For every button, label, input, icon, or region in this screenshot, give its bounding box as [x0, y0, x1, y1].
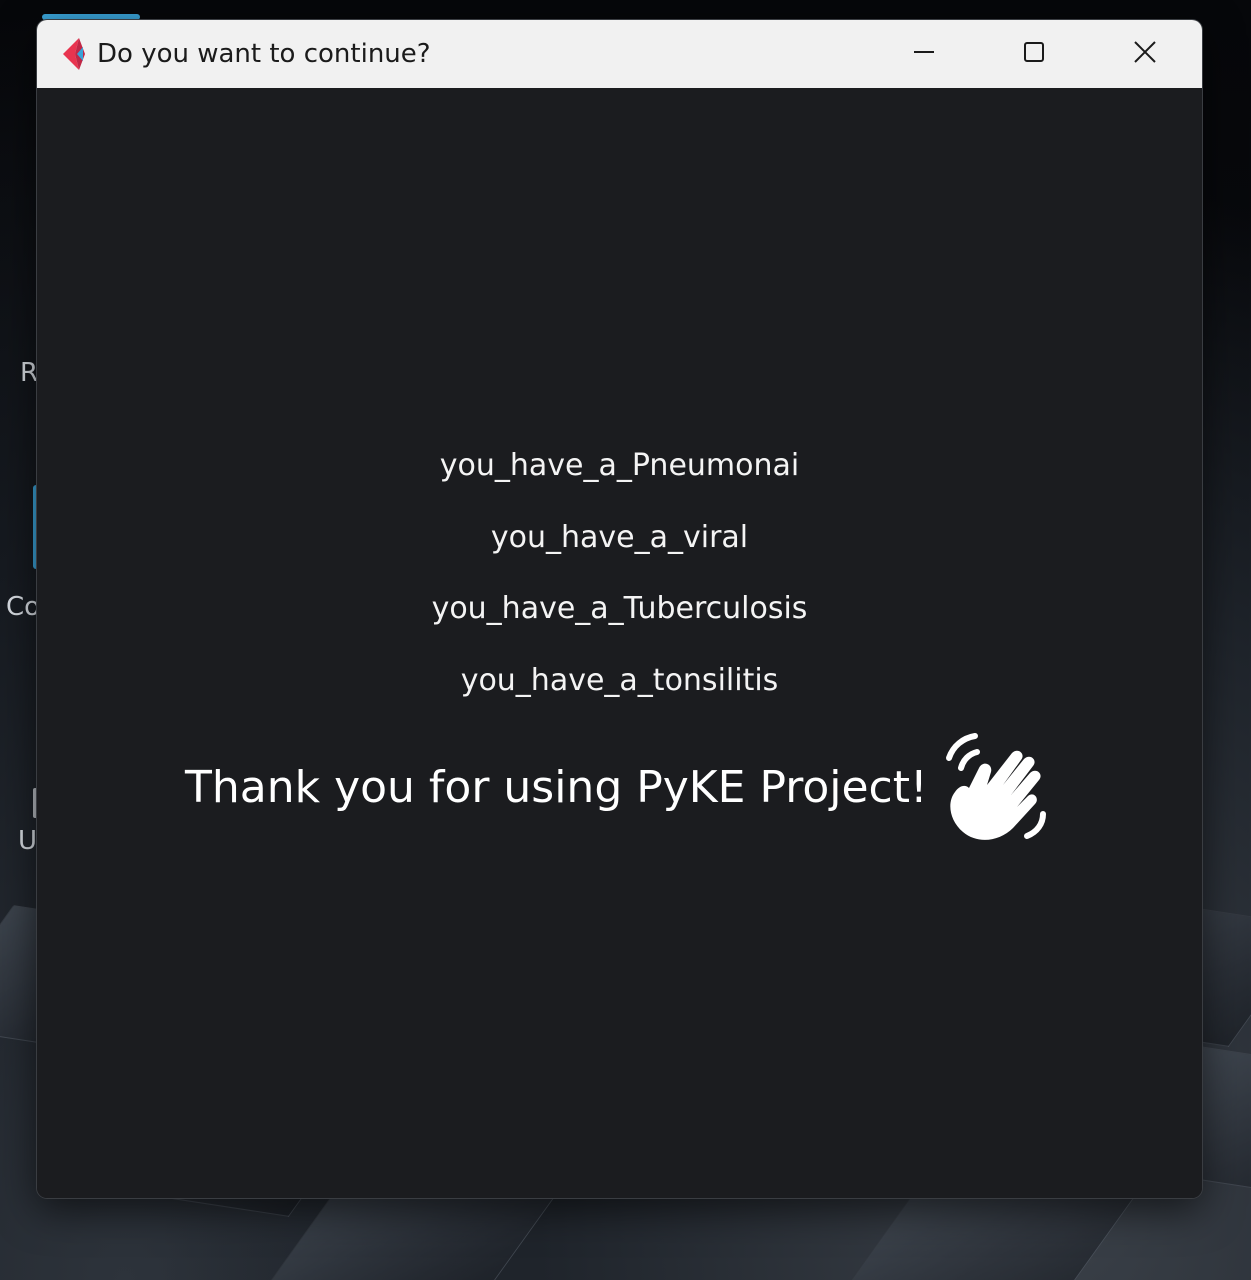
desktop-shortcut-label-3[interactable]: U	[18, 826, 37, 856]
minimize-icon	[913, 41, 935, 67]
window-title: Do you want to continue?	[97, 39, 431, 69]
title-bar[interactable]: Do you want to continue?	[37, 20, 1202, 88]
waving-hand-icon	[935, 728, 1053, 846]
result-line-1: you_have_a_Pneumonai	[439, 448, 800, 483]
minimize-button[interactable]	[869, 20, 979, 88]
close-button[interactable]	[1090, 20, 1200, 88]
result-line-4: you_have_a_tonsilitis	[460, 663, 779, 698]
maximize-button[interactable]	[979, 20, 1089, 88]
dialog-window: Do you want to continue? you_have_a_Pneu…	[37, 20, 1202, 1198]
maximize-icon	[1023, 41, 1045, 67]
result-line-2: you_have_a_viral	[490, 520, 749, 555]
dialog-content: you_have_a_Pneumonai you_have_a_viral yo…	[37, 88, 1202, 1198]
pyke-app-icon	[57, 36, 89, 72]
close-icon	[1134, 41, 1156, 67]
farewell-message: Thank you for using PyKE Project!	[185, 762, 928, 813]
result-line-3: you_have_a_Tuberculosis	[431, 591, 808, 626]
desktop-shortcut-label-2[interactable]: Co	[6, 592, 40, 622]
desktop-shortcut-label-1[interactable]: R	[20, 358, 38, 388]
